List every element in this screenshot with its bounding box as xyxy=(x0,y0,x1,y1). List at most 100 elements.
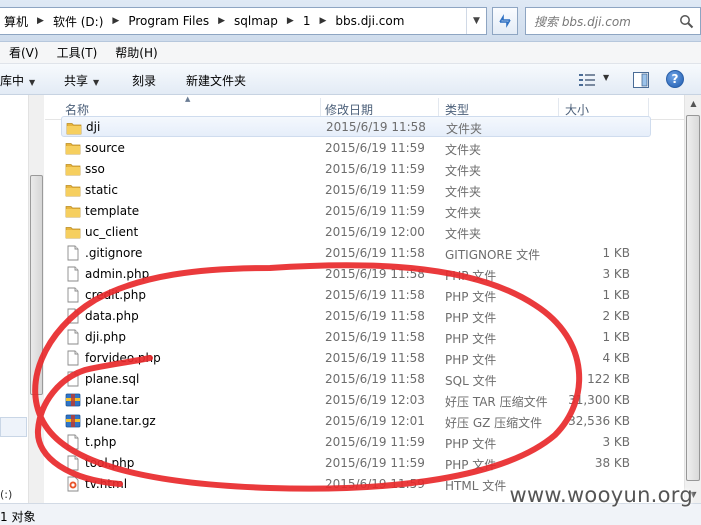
breadcrumb-program-files[interactable]: Program Files xyxy=(124,8,213,34)
scroll-up-button[interactable]: ▲ xyxy=(685,95,701,112)
breadcrumb-1[interactable]: 1 xyxy=(299,8,315,34)
vertical-scrollbar[interactable]: ▲ ▼ xyxy=(684,95,701,503)
file-row[interactable]: credit.php 2015/6/19 11:58 PHP 文件 1 KB xyxy=(45,284,685,305)
menu-help[interactable]: 帮助(H) xyxy=(106,44,166,61)
include-in-library-label: 库中 xyxy=(0,74,25,88)
file-size: 1 KB xyxy=(602,330,630,344)
breadcrumb-current[interactable]: bbs.dji.com xyxy=(331,8,408,34)
folder-row[interactable]: template 2015/6/19 11:59 文件夹 xyxy=(45,200,685,221)
new-folder-button[interactable]: 新建文件夹 xyxy=(186,72,246,89)
menu-bar: 看(V) 工具(T) 帮助(H) xyxy=(0,42,701,64)
folder-icon xyxy=(65,203,81,219)
sort-ascending-icon: ▲ xyxy=(185,95,191,103)
include-in-library-button[interactable]: 库中 ▼ xyxy=(0,72,35,89)
file-row[interactable]: forvideo.php 2015/6/19 11:58 PHP 文件 4 KB xyxy=(45,347,685,368)
file-name: t.php xyxy=(85,435,117,449)
file-row[interactable]: t.php 2015/6/19 11:59 PHP 文件 3 KB xyxy=(45,431,685,452)
burn-button[interactable]: 刻录 xyxy=(132,72,156,89)
file-type: 文件夹 xyxy=(445,164,482,178)
scroll-thumb[interactable] xyxy=(686,115,700,481)
archive-icon xyxy=(65,413,81,429)
column-divider[interactable] xyxy=(558,98,559,117)
chevron-right-icon[interactable]: ▶ xyxy=(213,16,230,26)
chevron-right-icon[interactable]: ▶ xyxy=(32,16,49,26)
folder-icon xyxy=(65,161,81,177)
file-row[interactable]: plane.tar 2015/6/19 12:03 好压 TAR 压缩文件 31,30… xyxy=(45,389,685,410)
view-details-icon[interactable] xyxy=(578,73,596,87)
preview-pane-icon[interactable] xyxy=(633,72,649,88)
refresh-button[interactable] xyxy=(492,7,518,35)
nav-scrollbar[interactable] xyxy=(28,95,44,503)
search-icon[interactable] xyxy=(679,14,694,29)
breadcrumb-sqlmap[interactable]: sqlmap xyxy=(230,8,282,34)
file-name: template xyxy=(85,204,140,218)
file-date: 2015/6/19 12:03 xyxy=(325,393,425,407)
file-size: 3 KB xyxy=(602,435,630,449)
file-icon xyxy=(65,350,81,366)
help-button[interactable]: ? xyxy=(666,70,684,88)
address-bar: 算机 ▶ 软件 (D:) ▶ Program Files ▶ sqlmap ▶ … xyxy=(0,0,701,42)
file-type: PHP 文件 xyxy=(445,458,497,472)
file-date: 2015/6/19 11:58 xyxy=(325,288,425,302)
file-type: GITIGNORE 文件 xyxy=(445,248,541,262)
file-icon xyxy=(65,245,81,261)
file-icon xyxy=(65,329,81,345)
nav-selected-item[interactable] xyxy=(0,417,27,437)
file-rows: dji 2015/6/19 11:58 文件夹 source 2015/6/19 11:… xyxy=(45,116,685,494)
file-row[interactable]: plane.tar.gz 2015/6/19 12:01 好压 GZ 压缩文件 32,… xyxy=(45,410,685,431)
file-type: SQL 文件 xyxy=(445,374,497,388)
nav-scroll-thumb[interactable] xyxy=(30,175,43,395)
file-row[interactable]: plane.sql 2015/6/19 11:58 SQL 文件 122 KB xyxy=(45,368,685,389)
status-text: 1 对象 xyxy=(0,510,36,524)
menu-view[interactable]: 看(V) xyxy=(0,44,48,61)
share-label: 共享 xyxy=(64,74,89,88)
breadcrumb[interactable]: 算机 ▶ 软件 (D:) ▶ Program Files ▶ sqlmap ▶ … xyxy=(0,7,487,35)
share-button[interactable]: 共享 ▼ xyxy=(64,72,99,89)
folder-row[interactable]: static 2015/6/19 11:59 文件夹 xyxy=(45,179,685,200)
file-row[interactable]: dji.php 2015/6/19 11:58 PHP 文件 1 KB xyxy=(45,326,685,347)
file-row[interactable]: .gitignore 2015/6/19 11:58 GITIGNORE 文件 1 K… xyxy=(45,242,685,263)
file-row[interactable]: admin.php 2015/6/19 11:58 PHP 文件 3 KB xyxy=(45,263,685,284)
file-date: 2015/6/19 11:59 xyxy=(325,141,425,155)
folder-row[interactable]: sso 2015/6/19 11:59 文件夹 xyxy=(45,158,685,179)
breadcrumb-computer[interactable]: 算机 xyxy=(0,8,32,34)
file-name: dji xyxy=(86,120,101,134)
folder-row[interactable]: uc_client 2015/6/19 12:00 文件夹 xyxy=(45,221,685,242)
file-type: PHP 文件 xyxy=(445,437,497,451)
address-history-button[interactable]: ▼ xyxy=(466,8,486,34)
search-input[interactable]: 搜索 bbs.dji.com xyxy=(525,7,701,35)
file-type: PHP 文件 xyxy=(445,353,497,367)
file-date: 2015/6/19 11:58 xyxy=(325,267,425,281)
file-list[interactable]: ▲ 名称 修改日期 类型 大小 dji 2015/6/19 11:58 文件夹 sou… xyxy=(45,95,685,503)
chevron-down-icon: ▼ xyxy=(473,16,480,26)
view-options-dropdown[interactable]: ▼ xyxy=(603,73,609,82)
file-type: 好压 GZ 压缩文件 xyxy=(445,416,543,430)
column-divider[interactable] xyxy=(438,98,439,117)
file-size: 3 KB xyxy=(602,267,630,281)
folder-row[interactable]: dji 2015/6/19 11:58 文件夹 xyxy=(61,116,651,137)
file-icon xyxy=(65,434,81,450)
search-placeholder: 搜索 bbs.dji.com xyxy=(534,14,631,29)
column-divider[interactable] xyxy=(648,98,649,117)
file-row[interactable]: data.php 2015/6/19 11:58 PHP 文件 2 KB xyxy=(45,305,685,326)
command-bar: 库中 ▼ 共享 ▼ 刻录 新建文件夹 ▼ ? xyxy=(0,64,701,95)
folder-row[interactable]: source 2015/6/19 11:59 文件夹 xyxy=(45,137,685,158)
file-date: 2015/6/19 11:58 xyxy=(325,372,425,386)
html-icon xyxy=(65,476,81,492)
chevron-right-icon[interactable]: ▶ xyxy=(107,16,124,26)
file-date: 2015/6/19 11:58 xyxy=(325,351,425,365)
chevron-right-icon[interactable]: ▶ xyxy=(314,16,331,26)
nav-drive-label[interactable]: (:) xyxy=(0,488,12,501)
menu-tools[interactable]: 工具(T) xyxy=(48,44,107,61)
file-date: 2015/6/19 12:01 xyxy=(325,414,425,428)
file-row[interactable]: tool.php 2015/6/19 11:59 PHP 文件 38 KB xyxy=(45,452,685,473)
navigation-pane[interactable]: (:) xyxy=(0,95,44,503)
column-divider[interactable] xyxy=(320,98,321,117)
breadcrumb-drive[interactable]: 软件 (D:) xyxy=(49,8,107,34)
file-size: 122 KB xyxy=(587,372,630,386)
file-type: 文件夹 xyxy=(445,143,482,157)
watermark: www.wooyun.org xyxy=(509,483,693,507)
file-icon xyxy=(65,371,81,387)
file-icon xyxy=(65,287,81,303)
chevron-right-icon[interactable]: ▶ xyxy=(282,16,299,26)
